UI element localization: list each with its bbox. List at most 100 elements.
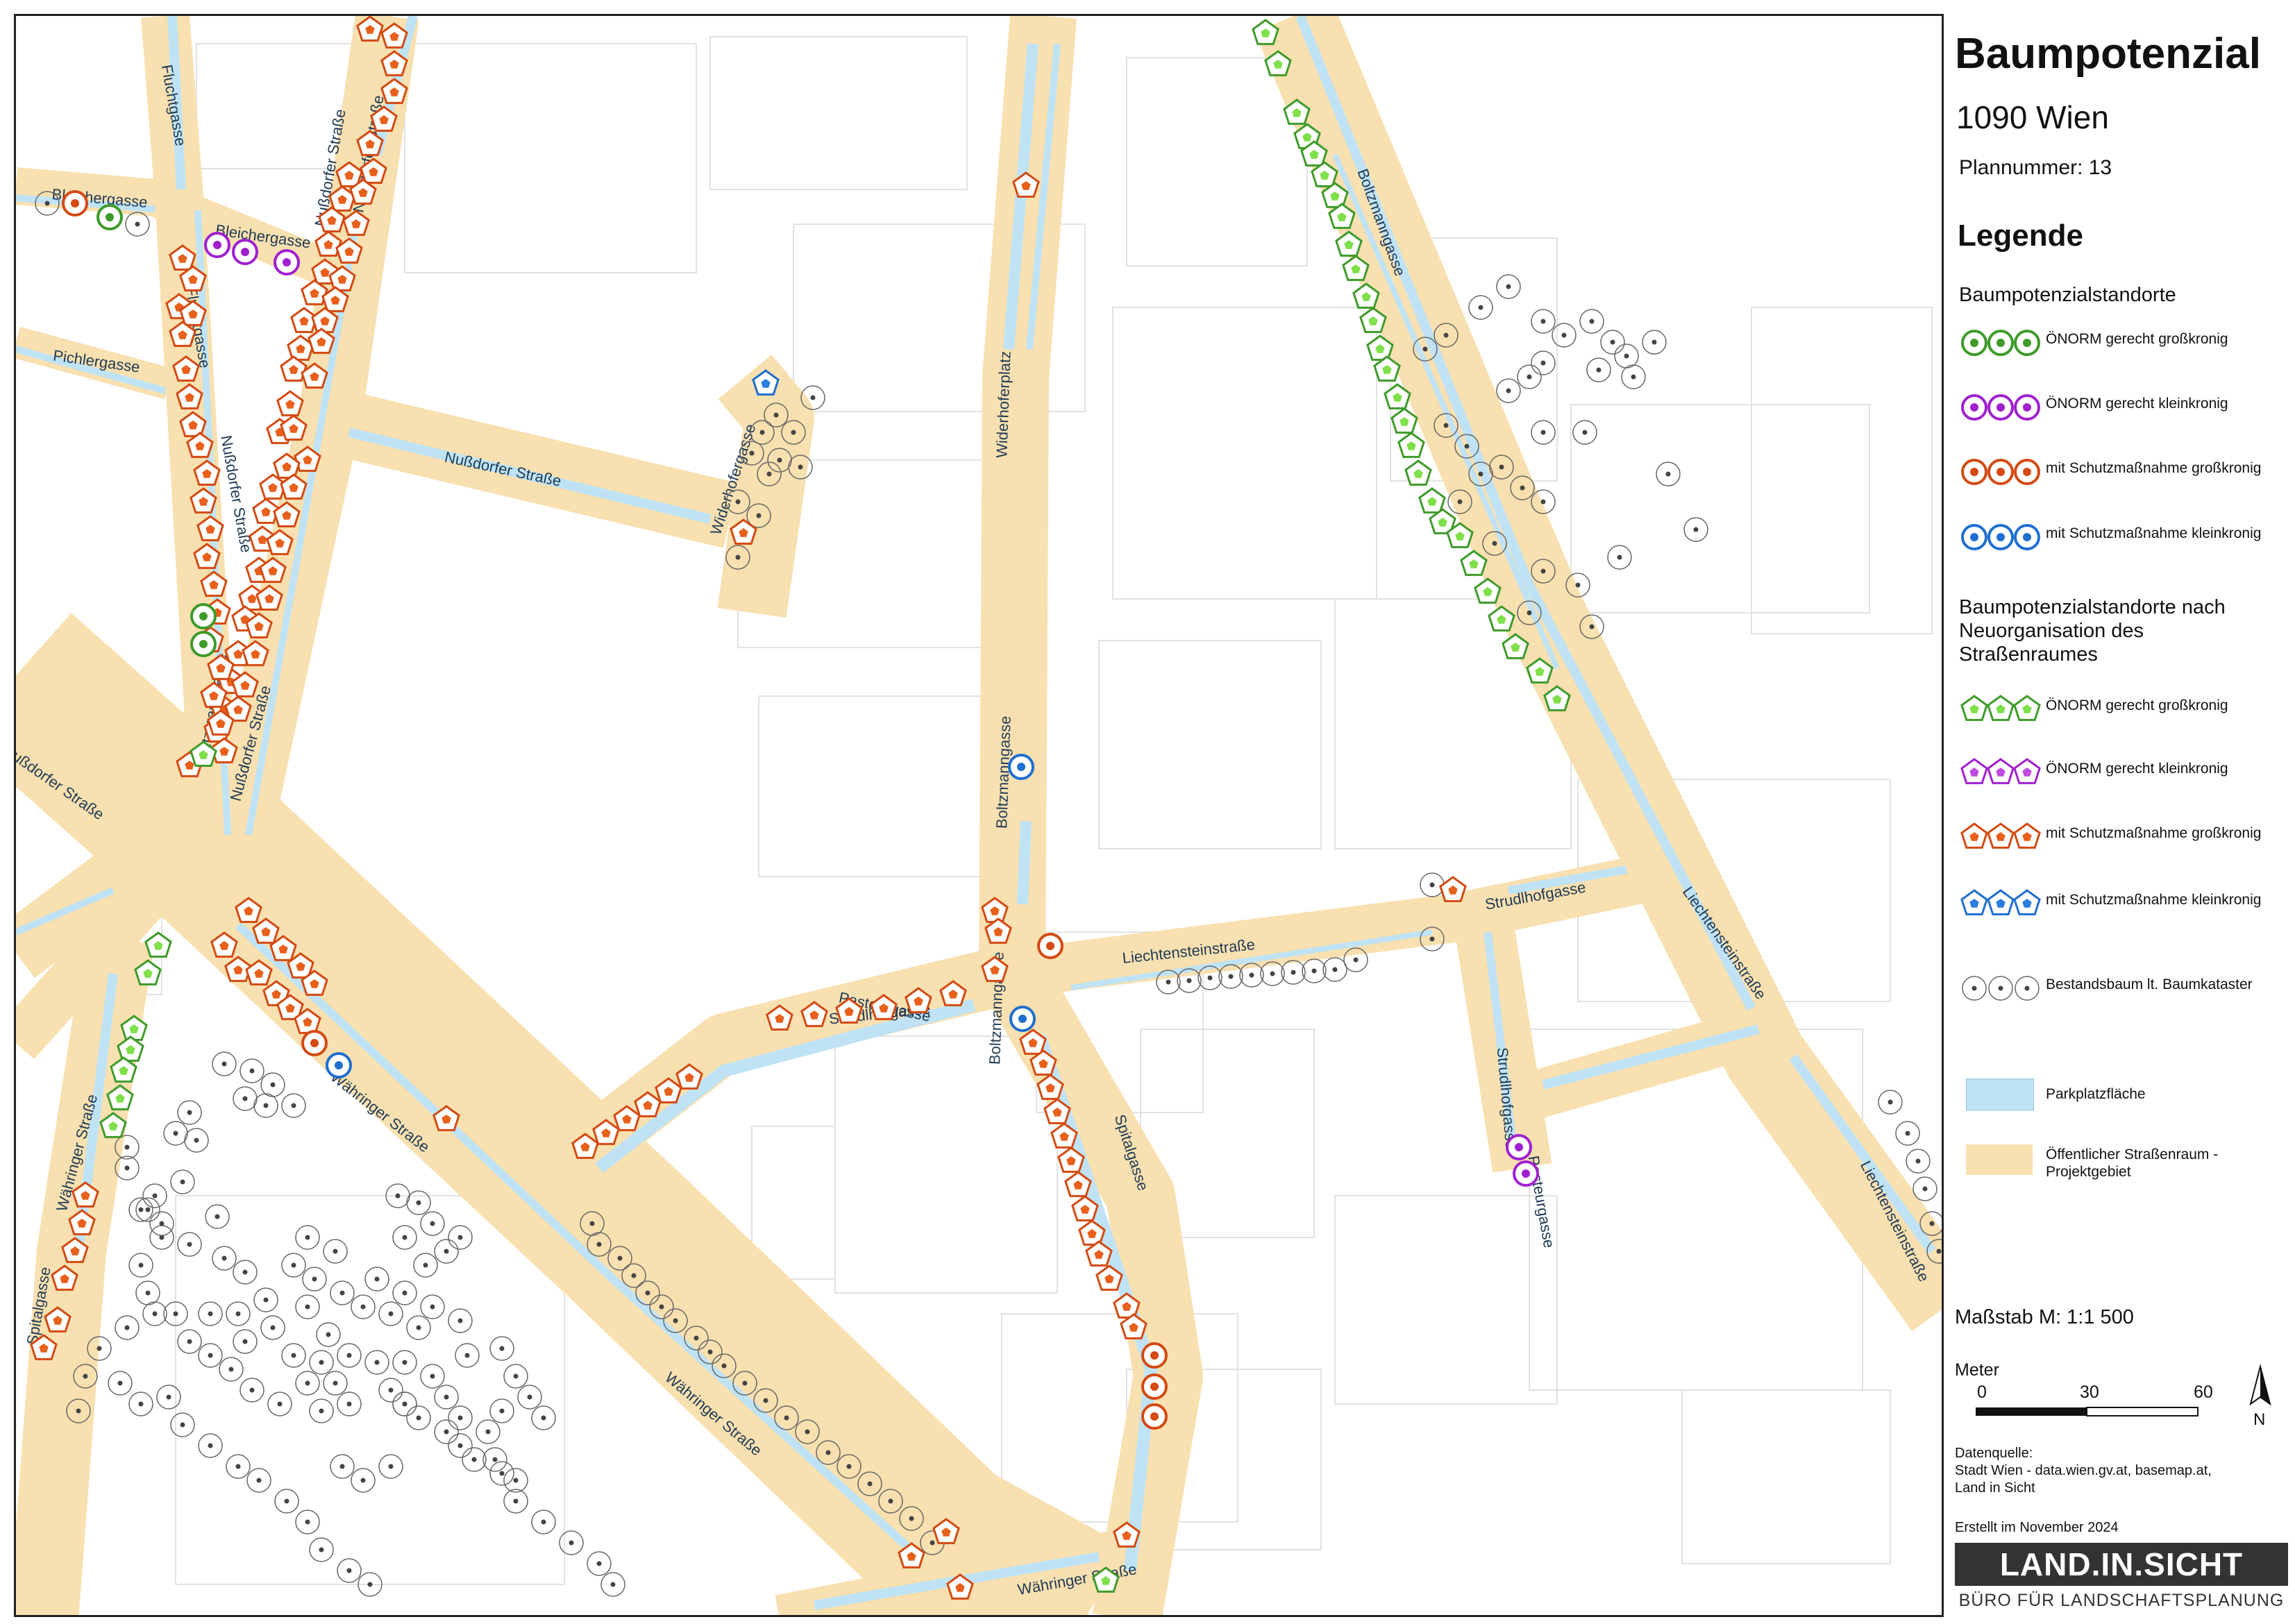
legend-pentagon-symbol <box>1987 822 2015 849</box>
scale-tick-60: 60 <box>2194 1382 2213 1402</box>
existing-tree-icon <box>1962 976 2040 1001</box>
legend-label: mit Schutzmaßnahme großkronig <box>2046 825 2262 841</box>
legend-ring-symbol <box>2014 394 2040 421</box>
legend-pentagon-symbol <box>2013 695 2041 721</box>
legend-label: mit Schutzmaßnahme kleinkronig <box>2046 525 2262 541</box>
north-label: N <box>2253 1410 2266 1429</box>
ring-schutz-gross <box>1037 933 1064 959</box>
map-canvas[interactable]: FluchtgasseBleichergasseBleichergasseNuß… <box>16 16 1944 1617</box>
legend-item-neu-schutz-gross: mit Schutzmaßnahme großkronig <box>1959 820 2285 869</box>
legend-existing-tree-symbol <box>1988 976 2013 1001</box>
legend-item-strassenraum: Öffentlicher Straßenraum - Projektgebiet <box>1959 1142 2285 1190</box>
company-logo: LAND.IN.SICHT <box>1955 1543 2288 1586</box>
plan-number: Plannummer: 13 <box>1959 156 2112 179</box>
street-widerhoferplatz <box>717 354 814 618</box>
legend-pentagon-symbol <box>1960 758 1988 784</box>
ring-onorm-gross <box>190 603 217 629</box>
ring-onorm-klein <box>1506 1134 1532 1160</box>
parking-swatch <box>1966 1079 2034 1110</box>
ring-schutz-gross <box>62 190 88 217</box>
scale-tick-0: 0 <box>1977 1382 1987 1402</box>
ring-schutz-klein <box>1008 754 1034 780</box>
legend-item-bestandsbaum: Bestandsbaum lt. Baumkataster <box>1959 972 2285 1020</box>
scale-label: Maßstab M: 1:1 500 <box>1955 1306 2134 1328</box>
legend-ring-symbol <box>2014 524 2040 550</box>
legend-pentagon-symbol <box>1960 822 1988 849</box>
legend-ring-symbol <box>1987 394 2014 421</box>
legend-ring-symbol <box>1987 330 2014 356</box>
legend-item-onorm-klein: ÖNORM gerecht kleinkronig <box>1959 391 2285 439</box>
legend-group2-title: Baumpotenzialstandorte nach Neuorganisat… <box>1959 596 2226 666</box>
legend-pentagon-symbol <box>1987 695 2015 721</box>
legend-pentagon-symbol <box>1987 889 2015 915</box>
legend-ring-symbol <box>1987 524 2014 550</box>
legend-ring-symbol <box>1961 330 1987 356</box>
ring-onorm-klein <box>1513 1160 1539 1187</box>
ring-schutz-gross <box>1141 1373 1168 1400</box>
company-logo-subtitle: BÜRO FÜR LANDSCHAFTSPLANUNG <box>1958 1591 2285 1610</box>
legend-ring-symbol <box>1987 459 2014 485</box>
legend-label: Bestandsbaum lt. Baumkataster <box>2046 976 2253 992</box>
scale-tick-30: 30 <box>2080 1382 2099 1402</box>
ring-schutz-gross <box>1141 1342 1168 1369</box>
scale-unit: Meter <box>1955 1360 1999 1380</box>
ring-circle-icon <box>1961 394 2040 421</box>
legend-label: ÖNORM gerecht kleinkronig <box>2046 396 2228 412</box>
legend-pentagon-symbol <box>2013 889 2041 915</box>
ring-onorm-klein <box>204 232 230 258</box>
pentagon-icon <box>1960 758 2041 784</box>
legend-item-neu-onorm-klein: ÖNORM gerecht kleinkronig <box>1959 756 2285 804</box>
legend-label: Parkplatzfläche <box>2046 1086 2146 1102</box>
legend-label: ÖNORM gerecht großkronig <box>2046 697 2228 713</box>
legend-label: Öffentlicher Straßenraum - Projektgebiet <box>2046 1147 2219 1180</box>
ring-schutz-gross <box>1141 1403 1168 1430</box>
map-subtitle: 1090 Wien <box>1956 99 2109 135</box>
legend-item-schutz-klein: mit Schutzmaßnahme kleinkronig <box>1959 521 2285 569</box>
created-date: Erstellt im November 2024 <box>1955 1520 2119 1535</box>
ring-onorm-gross <box>96 204 123 230</box>
ring-schutz-gross <box>301 1030 328 1056</box>
ring-circle-icon <box>1961 524 2040 550</box>
legend-panel: Baumpotenzial 1090 Wien Plannummer: 13 L… <box>1948 14 2292 1617</box>
data-source-heading: Datenquelle: <box>1955 1446 2033 1461</box>
legend-ring-symbol <box>1961 459 1987 485</box>
legend-ring-symbol <box>2014 459 2040 485</box>
street-space-swatch <box>1966 1144 2033 1175</box>
ring-circle-icon <box>1961 330 2040 356</box>
legend-item-neu-schutz-klein: mit Schutzmaßnahme kleinkronig <box>1959 887 2285 936</box>
legend-item-parkplatz: Parkplatzfläche <box>1959 1076 2285 1124</box>
legend-pentagon-symbol <box>1987 758 2015 784</box>
legend-existing-tree-symbol <box>1962 976 1987 1001</box>
legend-label: ÖNORM gerecht kleinkronig <box>2046 761 2228 777</box>
ring-onorm-klein <box>274 249 300 276</box>
pentagon-icon <box>1960 822 2041 849</box>
data-source: Datenquelle: Stadt Wien - data.wien.gv.a… <box>1955 1445 2212 1497</box>
legend-pentagon-symbol <box>2013 758 2041 784</box>
legend-existing-tree-symbol <box>2015 976 2040 1001</box>
legend-ring-symbol <box>1961 524 1987 550</box>
map-frame[interactable]: Fluchtgasse Bleichergasse Bleichergasse Nuß… <box>14 14 1944 1617</box>
legend-label: mit Schutzmaßnahme großkronig <box>2046 460 2262 476</box>
legend-pentagon-symbol <box>1960 695 1988 721</box>
map-title: Baumpotenzial <box>1955 30 2261 78</box>
pentagon-icon <box>1960 889 2041 915</box>
legend-item-neu-onorm-gross: ÖNORM gerecht großkronig <box>1959 693 2285 741</box>
legend-pentagon-symbol <box>1960 889 1988 915</box>
legend-label: mit Schutzmaßnahme kleinkronig <box>2046 892 2262 908</box>
ring-schutz-klein <box>1009 1006 1036 1032</box>
legend-item-schutz-gross: mit Schutzmaßnahme großkronig <box>1959 455 2285 504</box>
ring-circle-icon <box>1961 459 2040 485</box>
ring-onorm-gross <box>190 631 217 657</box>
legend-pentagon-symbol <box>2013 822 2041 849</box>
legend-label: ÖNORM gerecht großkronig <box>2046 331 2228 347</box>
legend-heading: Legende <box>1958 219 2083 253</box>
legend-item-onorm-gross: ÖNORM gerecht großkronig <box>1959 326 2285 375</box>
parking-strip <box>1017 820 1032 905</box>
scale-bar <box>1976 1407 2199 1416</box>
ring-schutz-klein <box>326 1052 352 1079</box>
pentagon-icon <box>1960 695 2041 721</box>
legend-ring-symbol <box>1961 394 1987 421</box>
legend-group1-title: Baumpotenzialstandorte <box>1959 284 2176 306</box>
legend-ring-symbol <box>2014 330 2040 356</box>
data-source-line1: Stadt Wien - data.wien.gv.at, basemap.at… <box>1955 1463 2212 1478</box>
